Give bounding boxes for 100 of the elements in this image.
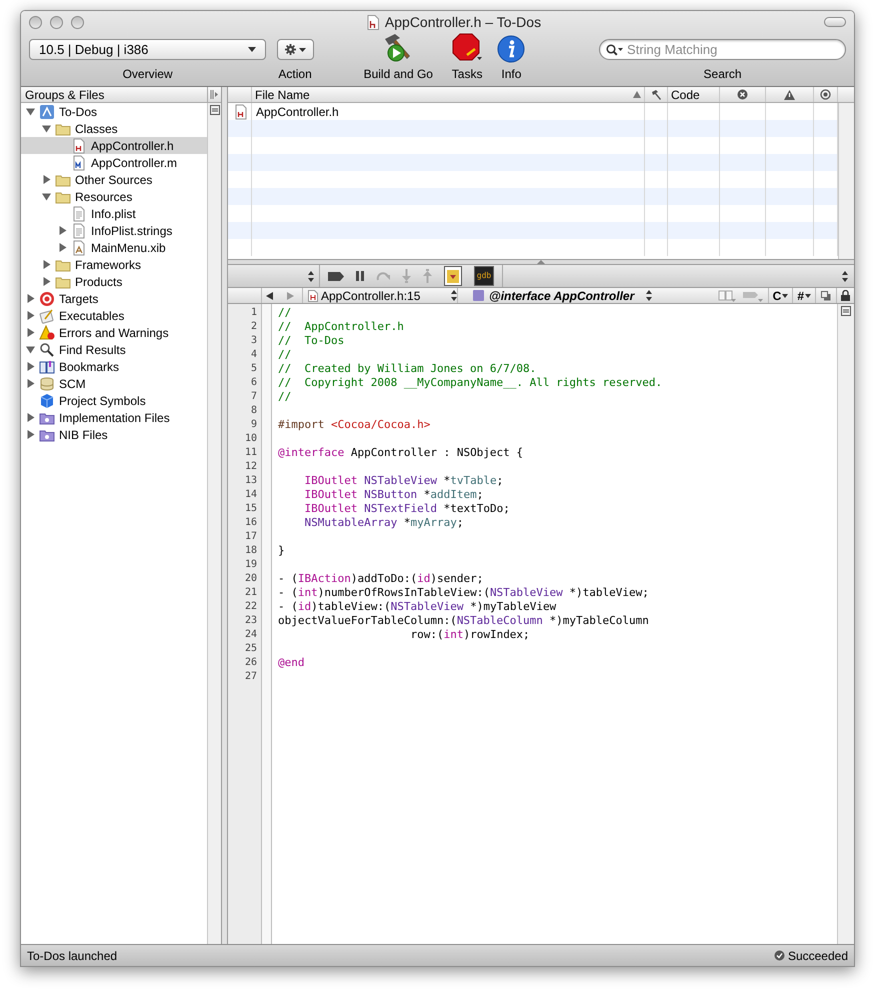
console-button[interactable]: gdb [474,266,494,286]
line-number: 27 [244,670,258,684]
collapsed-triangle-icon[interactable] [26,362,34,371]
collapsed-triangle-icon[interactable] [42,260,50,269]
tree-item[interactable]: InfoPlist.strings [21,222,207,239]
debugger-window-icon[interactable] [444,266,462,286]
collapsed-triangle-icon[interactable] [26,413,34,422]
tree-item[interactable]: Classes [21,120,207,137]
dropdown-arrow-icon [248,47,256,52]
code-line: @interface AppController : NSObject { [278,446,524,460]
warning-icon[interactable] [784,90,795,100]
list-view-icon[interactable] [210,105,220,115]
column-header-label[interactable]: Code [668,86,703,104]
action-button[interactable] [276,39,314,60]
includes-menu[interactable]: # [792,288,815,303]
tree-item[interactable]: MainMenu.xib [21,239,207,256]
collapsed-triangle-icon[interactable] [42,175,50,184]
copy-icon[interactable] [821,290,831,300]
code-line: - (IBAction)addToDo:(id)sender; [278,572,484,586]
collapsed-triangle-icon[interactable] [58,243,66,252]
code-line: IBOutlet NSTextField *textToDo; [303,502,510,516]
collapsed-triangle-icon[interactable] [26,379,34,388]
line-number: 13 [244,474,258,488]
symbol-popup[interactable]: @interface AppController [457,288,652,303]
build-and-go-button[interactable]: Build and Go [361,33,436,83]
tree-item[interactable]: Other Sources [21,171,207,188]
line-number: 20 [244,572,258,586]
tree-label: Project Symbols [59,392,146,410]
text-file-icon [71,222,87,238]
tree-item[interactable]: Executables [21,307,207,324]
line-number: 22 [244,600,258,614]
pause-icon[interactable] [356,271,364,281]
expanded-triangle-icon[interactable] [42,124,50,133]
column-header-label[interactable]: File Name [252,86,313,104]
tree-item[interactable]: Bookmarks [21,358,207,375]
zoom-button[interactable] [71,16,84,28]
error-icon[interactable] [737,89,748,100]
tree-item[interactable]: Errors and Warnings [21,324,207,341]
tree-item[interactable]: Targets [21,290,207,307]
tasks-button[interactable]: Tasks [448,33,487,83]
collapsed-triangle-icon[interactable] [26,430,34,439]
status-message: To-Dos launched [27,948,118,964]
bookmark-menu-icon[interactable] [718,290,736,302]
tree-label: Other Sources [75,172,152,188]
split-editor-icon[interactable] [841,306,851,316]
file-popup[interactable]: AppController.h:15 [302,288,457,303]
collapsed-triangle-icon[interactable] [26,328,34,337]
search-input[interactable]: String Matching [627,40,840,60]
counterpart-menu[interactable]: C [768,288,792,303]
tree-label: Implementation Files [59,410,170,426]
line-number: 11 [244,446,258,460]
collapsed-triangle-icon[interactable] [26,311,34,320]
line-number: 1 [250,306,258,320]
gear-icon [284,44,296,55]
tree-label: Resources [75,188,132,206]
code-line: @end [278,656,304,670]
tree-item[interactable]: AppController.h [21,137,207,154]
tree-item[interactable]: Frameworks [21,256,207,273]
collapsed-triangle-icon[interactable] [42,277,50,286]
tree-label: Bookmarks [59,358,120,376]
breakpoint-icon[interactable] [328,272,344,280]
expanded-triangle-icon[interactable] [42,192,50,201]
info-button[interactable]: Info [494,35,528,83]
tree-item[interactable]: Info.plist [21,205,207,222]
tree-item[interactable]: Project Symbols [21,392,207,409]
expanded-triangle-icon[interactable] [26,107,34,116]
minimize-button[interactable] [50,16,63,28]
tree-item[interactable]: Products [21,273,207,290]
line-number: 12 [244,460,258,474]
code-line: // Copyright 2008 __MyCompanyName__. All rights reserved. [278,376,662,390]
lock-icon[interactable] [841,290,850,301]
tree-label: AppController.m [91,154,178,172]
search-field[interactable]: String Matching [599,39,846,60]
back-arrow-icon[interactable] [266,292,273,300]
tree-item[interactable]: Find Results [21,341,207,358]
line-number: 18 [244,544,258,558]
source-file-icon [71,154,87,170]
expanded-triangle-icon[interactable] [26,345,34,354]
tree-item[interactable]: To-Dos [21,103,207,120]
toolbar-label: Search [704,66,742,83]
up-down-arrows-icon[interactable] [842,270,848,282]
code-line: - (int)numberOfRowsInTableView:(NSTableView *)tableView; [278,586,649,600]
toolbar-toggle-button[interactable] [824,17,846,27]
header-file-icon [71,138,87,154]
tree-item[interactable]: Resources [21,188,207,205]
file-name-cell[interactable]: AppController.h [252,102,343,120]
tree-item[interactable]: SCM [21,375,207,392]
build-result: Succeeded [788,948,848,964]
tree-item[interactable]: NIB Files [21,426,207,443]
tree-item[interactable]: Implementation Files [21,409,207,426]
collapsed-triangle-icon[interactable] [58,226,66,235]
configuration-popup[interactable]: 10.5 | Debug | i386 [29,39,266,60]
collapsed-triangle-icon[interactable] [26,294,34,303]
line-number: 21 [244,586,258,600]
line-number: 7 [250,390,258,404]
hammer-icon[interactable] [650,88,662,100]
line-number: 3 [250,334,258,348]
tree-item[interactable]: AppController.m [21,154,207,171]
close-button[interactable] [29,16,42,28]
target-icon[interactable] [820,89,831,100]
